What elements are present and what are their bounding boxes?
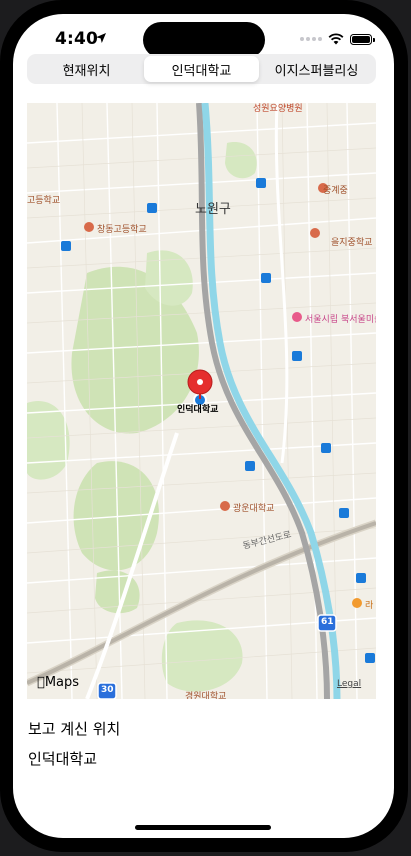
location-arrow-icon xyxy=(96,33,106,43)
map-label-euljil-school: 을지중학교 xyxy=(331,238,373,248)
segment-easyspub[interactable]: 이지스퍼블리싱 xyxy=(259,56,374,82)
map-legal-link[interactable]: Legal xyxy=(337,679,361,689)
home-indicator[interactable] xyxy=(135,825,271,830)
route-shield-30: 30 xyxy=(101,685,114,695)
battery-icon xyxy=(350,33,375,45)
map-label-pin: 인덕대학교 xyxy=(177,405,219,415)
map-label-middle-school: 중계중 xyxy=(323,186,348,196)
info-location-value: 인덕대학교 xyxy=(28,750,98,768)
map-label-hospital: 성원요양병원 xyxy=(253,104,303,114)
map-label-changdong-high: 창동고등학교 xyxy=(97,225,147,235)
map-label-bottom-univ: 경원대학교 xyxy=(185,692,227,699)
route-shield-61: 61 xyxy=(321,617,334,627)
map-label-high-school: 고등학교 xyxy=(27,196,61,206)
map-label-right-edge: 라 xyxy=(365,601,374,611)
wifi-icon xyxy=(328,33,344,45)
status-indicators xyxy=(300,33,375,45)
location-segmented-control[interactable]: 현재위치 인덕대학교 이지스퍼블리싱 xyxy=(27,54,376,84)
info-title: 보고 계신 위치 xyxy=(28,720,121,738)
segment-current-location[interactable]: 현재위치 xyxy=(29,56,144,82)
map-label-district: 노원구 xyxy=(195,202,231,217)
device-frame: 4:40 현재위치 인덕대학교 이지스퍼블리싱 성원요양병원 중계중 고등학교 … xyxy=(0,0,411,856)
cellular-signal-icon xyxy=(300,37,322,41)
segment-induk-university[interactable]: 인덕대학교 xyxy=(144,56,259,82)
map-label-art-museum: 서울시립 북서울미술관 xyxy=(305,315,376,325)
phone-bezel: 4:40 현재위치 인덕대학교 이지스퍼블리싱 성원요양병원 중계중 고등학교 … xyxy=(0,0,408,852)
dynamic-island xyxy=(143,22,265,58)
map-label-kwangwoon: 광운대학교 xyxy=(233,504,275,514)
apple-icon:  xyxy=(37,675,45,690)
status-time: 4:40 xyxy=(55,29,99,49)
app-screen: 4:40 현재위치 인덕대학교 이지스퍼블리싱 성원요양병원 중계중 고등학교 … xyxy=(13,14,394,838)
map-view[interactable]: 성원요양병원 중계중 고등학교 창동고등학교 노원구 을지중학교 서울시립 북서… xyxy=(27,103,376,699)
apple-maps-logo: Maps xyxy=(37,675,79,690)
